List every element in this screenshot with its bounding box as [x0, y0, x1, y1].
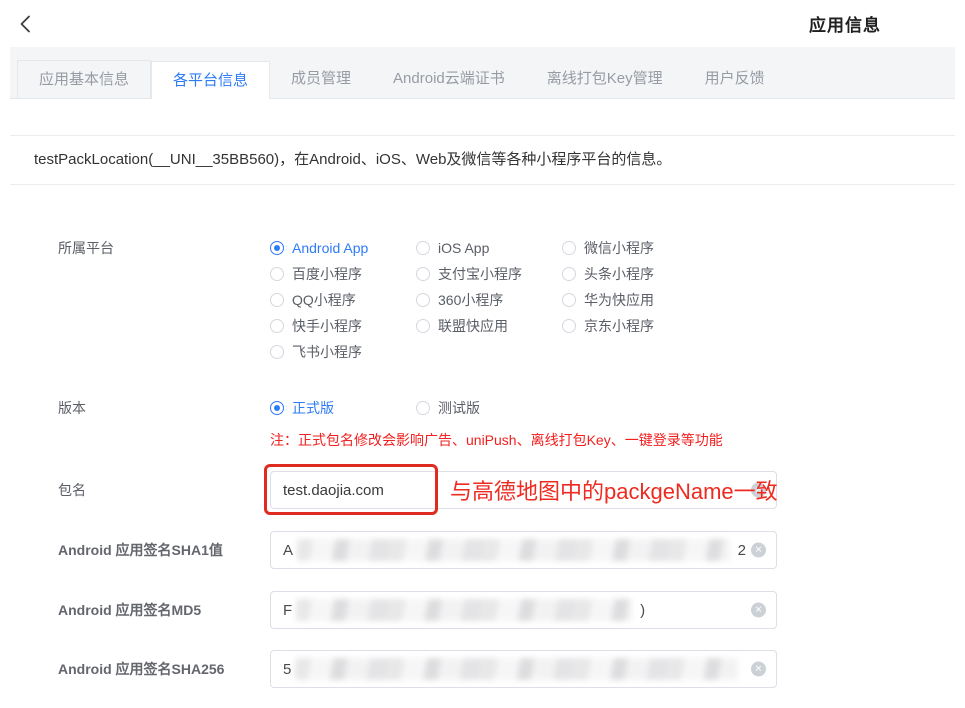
platform-option-label: 头条小程序: [584, 266, 654, 282]
top-bar: 应用信息: [0, 0, 965, 47]
radio-icon[interactable]: [270, 267, 284, 281]
sha256-visible-prefix: 5: [283, 660, 292, 678]
version-option-label: 测试版: [438, 400, 480, 416]
platform-option-label: Android App: [292, 240, 369, 256]
platform-option-baidu-mp[interactable]: 百度小程序: [270, 261, 416, 287]
platform-option-qq-mp[interactable]: QQ小程序: [270, 287, 416, 313]
md5-visible-prefix: F: [283, 601, 293, 619]
platform-option-huawei-quickapp[interactable]: 华为快应用: [562, 287, 708, 313]
app-info-card: 应用基本信息 各平台信息 成员管理 Android云端证书 离线打包Key管理 用户反馈 …: [10, 47, 955, 688]
sha1-visible-prefix: A: [283, 541, 294, 559]
radio-icon[interactable]: [270, 401, 284, 415]
radio-icon[interactable]: [416, 267, 430, 281]
back-button[interactable]: [16, 13, 38, 35]
md5-visible-suffix: ): [640, 601, 646, 619]
redacted-value-strip: [295, 658, 738, 680]
platform-option-label: 百度小程序: [292, 266, 362, 282]
redacted-value-strip: [297, 539, 730, 561]
platform-row: 所属平台 Android App iOS App 微信小程序百度小程序 支付宝小程序 头…: [58, 235, 955, 365]
package-name-label: 包名: [58, 482, 86, 498]
radio-icon[interactable]: [416, 293, 430, 307]
md5-row: Android 应用签名MD5 F ) ✕: [58, 591, 955, 629]
platform-option-kuaishou-mp[interactable]: 快手小程序: [270, 313, 416, 339]
version-warning-note: 注：正式包名修改会影响广告、uniPush、离线打包Key、一键登录等功能: [270, 432, 723, 448]
version-row: 版本 正式版 测试版: [58, 395, 955, 421]
md5-input[interactable]: F ) ✕: [270, 591, 777, 629]
tab-android-cloud-cert[interactable]: Android云端证书: [372, 60, 526, 98]
md5-label: Android 应用签名MD5: [58, 602, 202, 618]
package-name-wrap: test.daojia.com ✕ 与高德地图中的packgeName一致: [264, 464, 778, 515]
version-option-release[interactable]: 正式版: [270, 395, 416, 421]
tab-member-management[interactable]: 成员管理: [270, 60, 372, 98]
platform-option-label: 360小程序: [438, 292, 504, 308]
platform-form: 所属平台 Android App iOS App 微信小程序百度小程序 支付宝小程序 头…: [10, 185, 955, 688]
radio-icon[interactable]: [270, 293, 284, 307]
radio-icon[interactable]: [270, 319, 284, 333]
platform-option-label: 飞书小程序: [292, 344, 362, 360]
package-name-value: test.daojia.com: [283, 481, 384, 499]
platform-option-label: 华为快应用: [584, 292, 654, 308]
tab-platform-info[interactable]: 各平台信息: [151, 61, 271, 99]
platform-option-jd-mp[interactable]: 京东小程序: [562, 313, 708, 339]
version-label: 版本: [58, 400, 86, 416]
platform-option-label: 快手小程序: [292, 318, 362, 334]
version-radio-group: 正式版 测试版: [270, 395, 708, 421]
radio-icon[interactable]: [562, 319, 576, 333]
platform-option-feishu-mp[interactable]: 飞书小程序: [270, 339, 416, 365]
sha256-input[interactable]: 5 ✕: [270, 650, 777, 688]
tab-app-basic-info[interactable]: 应用基本信息: [17, 60, 152, 98]
platform-option-android-app[interactable]: Android App: [270, 235, 416, 261]
tab-user-feedback[interactable]: 用户反馈: [684, 60, 786, 98]
clear-icon[interactable]: ✕: [751, 661, 766, 677]
platform-option-alipay-mp[interactable]: 支付宝小程序: [416, 261, 562, 287]
chevron-left-icon: [20, 15, 30, 32]
version-option-test[interactable]: 测试版: [416, 395, 562, 421]
radio-icon[interactable]: [270, 345, 284, 359]
platform-option-ios-app[interactable]: iOS App: [416, 235, 562, 261]
platform-label: 所属平台: [58, 240, 114, 256]
sha1-visible-suffix: 2: [737, 541, 746, 559]
platform-option-toutiao-mp[interactable]: 头条小程序: [562, 261, 708, 287]
app-summary: testPackLocation(__UNI__35BB560)，在Androi…: [10, 135, 955, 185]
clear-icon[interactable]: ✕: [751, 542, 766, 558]
page-title: 应用信息: [809, 16, 881, 35]
platform-option-label: 微信小程序: [584, 240, 654, 256]
platform-option-360-mp[interactable]: 360小程序: [416, 287, 562, 313]
radio-icon[interactable]: [416, 401, 430, 415]
platform-option-label: 支付宝小程序: [438, 266, 522, 282]
platform-option-label: QQ小程序: [292, 292, 356, 308]
sha256-label: Android 应用签名SHA256: [58, 661, 225, 677]
radio-icon[interactable]: [562, 241, 576, 255]
clear-icon[interactable]: ✕: [751, 602, 766, 618]
annotation-text: 与高德地图中的packgeName一致: [450, 479, 778, 504]
platform-option-label: 京东小程序: [584, 318, 654, 334]
sha256-row: Android 应用签名SHA256 5 ✕: [58, 650, 955, 688]
platform-option-label: iOS App: [438, 240, 490, 256]
version-option-label: 正式版: [292, 400, 334, 416]
sha1-label: Android 应用签名SHA1值: [58, 542, 223, 558]
redacted-value-strip: [296, 599, 633, 621]
radio-icon[interactable]: [562, 267, 576, 281]
platform-option-wechat-mp[interactable]: 微信小程序: [562, 235, 708, 261]
radio-icon[interactable]: [562, 293, 576, 307]
platform-radio-group: Android App iOS App 微信小程序百度小程序 支付宝小程序 头条小程序 Q…: [270, 235, 708, 365]
sha1-row: Android 应用签名SHA1值 A 2 ✕: [58, 531, 955, 569]
platform-option-union-quickapp[interactable]: 联盟快应用: [416, 313, 562, 339]
package-name-row: 包名 test.daojia.com ✕ 与高德地图中的packgeName一致: [58, 464, 955, 515]
radio-icon[interactable]: [416, 241, 430, 255]
tab-bar: 应用基本信息 各平台信息 成员管理 Android云端证书 离线打包Key管理 用户反馈: [10, 47, 955, 99]
sha1-input[interactable]: A 2 ✕: [270, 531, 777, 569]
radio-icon[interactable]: [270, 241, 284, 255]
tab-offline-pack-key[interactable]: 离线打包Key管理: [526, 60, 684, 98]
radio-icon[interactable]: [416, 319, 430, 333]
platform-option-label: 联盟快应用: [438, 318, 508, 334]
